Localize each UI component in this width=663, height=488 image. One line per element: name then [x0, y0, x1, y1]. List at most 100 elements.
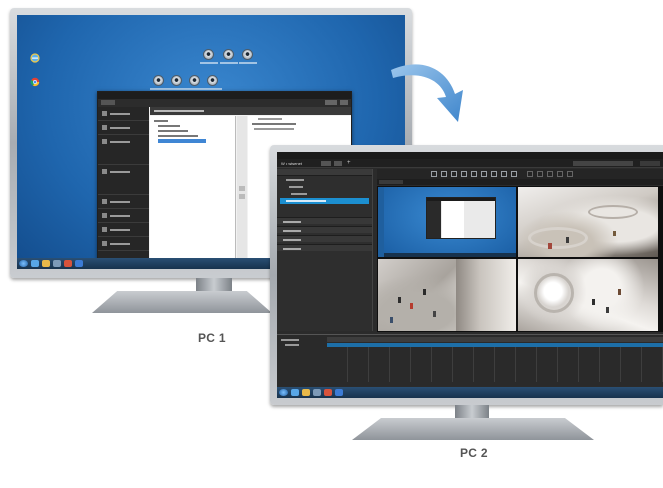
event-log-panel	[277, 334, 663, 386]
taskbar-app-icon[interactable]	[313, 389, 321, 396]
tree-item[interactable]	[280, 184, 369, 190]
camera-icon[interactable]	[223, 49, 234, 60]
camera-label	[239, 62, 257, 64]
camera-label	[150, 88, 168, 90]
window-title-bar[interactable]	[98, 92, 351, 99]
video-grid	[377, 186, 663, 332]
camera-tile[interactable]	[518, 259, 658, 331]
toolbar-button[interactable]	[325, 100, 337, 105]
sidebar-item[interactable]	[98, 237, 149, 251]
taskbar-app-icon[interactable]	[53, 260, 61, 267]
taskbar-app-icon[interactable]	[42, 260, 50, 267]
viewer-tab-strip	[377, 179, 663, 185]
ie-icon[interactable]	[30, 51, 40, 63]
camera-icon[interactable]	[189, 75, 200, 86]
pc2-stand-base	[352, 418, 594, 440]
transfer-controls	[237, 116, 247, 261]
sidebar-item[interactable]	[98, 107, 149, 121]
pc2-label: PC 2	[460, 446, 488, 460]
view-tab[interactable]	[379, 180, 403, 184]
window-sidebar	[98, 107, 149, 261]
search-field[interactable]	[101, 100, 115, 105]
layout-icon[interactable]	[537, 171, 543, 177]
event-table-header	[327, 337, 663, 342]
pc2-monitor: W • wisenet +	[270, 145, 663, 405]
device-list-panel	[277, 169, 373, 331]
transfer-arrow-icon	[391, 64, 463, 122]
layout-icon[interactable]	[491, 171, 497, 177]
sidebar-item[interactable]	[98, 209, 149, 223]
panel-section[interactable]	[277, 226, 372, 233]
menu-button[interactable]	[334, 161, 342, 166]
panel-section[interactable]	[277, 235, 372, 242]
selected-tree-item[interactable]	[158, 139, 206, 143]
layout-icon[interactable]	[527, 171, 533, 177]
camera-icon[interactable]	[153, 75, 164, 86]
taskbar-app-icon[interactable]	[335, 389, 343, 396]
camera-icon[interactable]	[207, 75, 218, 86]
viewer-toolbar	[377, 169, 663, 179]
layout-icon[interactable]	[461, 171, 467, 177]
camera-label	[186, 88, 204, 90]
viewer-menu-bar: W • wisenet +	[277, 159, 663, 168]
pc2-taskbar	[277, 387, 663, 398]
sidebar-item[interactable]	[98, 223, 149, 237]
sidebar-item[interactable]	[98, 195, 149, 209]
start-button[interactable]	[19, 260, 28, 267]
window-controls[interactable]	[640, 161, 660, 166]
layout-icon[interactable]	[471, 171, 477, 177]
panel-section[interactable]	[277, 217, 372, 224]
camera-icon[interactable]	[242, 49, 253, 60]
start-button[interactable]	[279, 389, 288, 396]
event-tree-item[interactable]	[285, 344, 299, 346]
remote-taskbar	[384, 253, 516, 257]
layout-icon[interactable]	[501, 171, 507, 177]
pc1-stand-neck	[196, 278, 232, 292]
move-right-button[interactable]	[239, 186, 245, 191]
move-left-button[interactable]	[239, 194, 245, 199]
taskbar-app-icon[interactable]	[75, 260, 83, 267]
toolbar-button[interactable]	[340, 100, 348, 105]
menu-button[interactable]	[321, 161, 331, 166]
layout-dropdown[interactable]	[573, 161, 633, 166]
taskbar-app-icon[interactable]	[31, 260, 39, 267]
sidebar-item[interactable]	[98, 165, 149, 195]
camera-tile[interactable]	[378, 187, 516, 257]
taskbar-app-icon[interactable]	[302, 389, 310, 396]
layout-icon[interactable]	[511, 171, 517, 177]
sidebar-item[interactable]	[98, 135, 149, 165]
layout-icon[interactable]	[431, 171, 437, 177]
layout-icon[interactable]	[567, 171, 573, 177]
pc2-viewer-screen: W • wisenet +	[277, 152, 663, 398]
camera-label	[200, 62, 218, 64]
pc1-stand-base	[92, 291, 272, 313]
tree-item[interactable]	[280, 191, 369, 197]
layout-icon[interactable]	[547, 171, 553, 177]
device-tree[interactable]	[150, 116, 236, 261]
camera-tile[interactable]	[378, 259, 516, 331]
pc2-stand-neck	[455, 405, 489, 419]
add-tab-icon[interactable]: +	[347, 160, 351, 167]
layout-icon[interactable]	[481, 171, 487, 177]
remote-window	[426, 197, 496, 239]
panel-section[interactable]	[277, 244, 372, 251]
camera-tile[interactable]	[518, 187, 658, 257]
tree-item[interactable]	[280, 177, 369, 183]
window-toolbar	[98, 99, 351, 107]
taskbar-app-icon[interactable]	[291, 389, 299, 396]
taskbar-app-icon[interactable]	[324, 389, 332, 396]
layout-icon[interactable]	[441, 171, 447, 177]
layout-icon[interactable]	[451, 171, 457, 177]
viewer-title-bar[interactable]	[277, 152, 663, 159]
camera-icon[interactable]	[171, 75, 182, 86]
layout-icon[interactable]	[557, 171, 563, 177]
panel-header	[277, 169, 372, 176]
sidebar-item[interactable]	[98, 121, 149, 135]
event-tree-item[interactable]	[281, 339, 299, 341]
selected-tree-item[interactable]	[280, 198, 369, 204]
camera-icon[interactable]	[203, 49, 214, 60]
pc1-label: PC 1	[198, 331, 226, 345]
taskbar-app-icon[interactable]	[64, 260, 72, 267]
chrome-icon[interactable]	[30, 75, 40, 87]
viewer-brand: W • wisenet	[281, 161, 302, 166]
